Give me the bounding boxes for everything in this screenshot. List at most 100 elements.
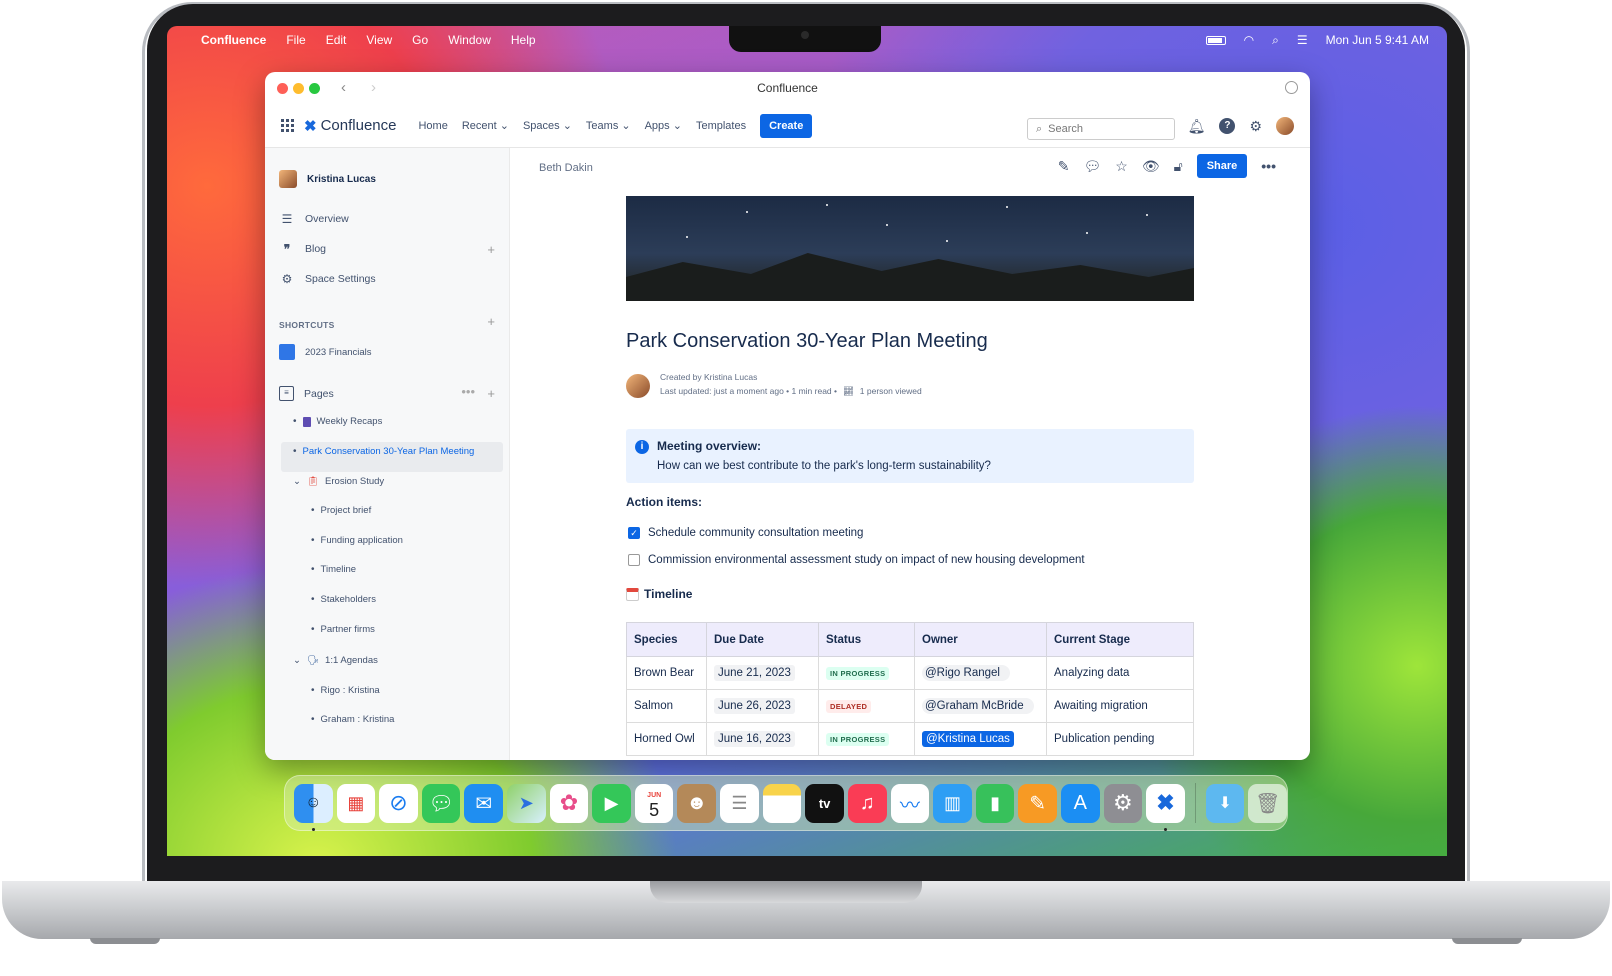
- author-avatar[interactable]: [626, 374, 650, 398]
- menu-file[interactable]: File: [286, 33, 305, 47]
- maps-icon[interactable]: ➤: [507, 783, 546, 823]
- chevron-down-icon[interactable]: ⌄: [293, 655, 301, 666]
- date-chip[interactable]: June 26, 2023: [714, 698, 795, 714]
- edit-pencil-icon[interactable]: ✎: [1058, 158, 1070, 175]
- apple-tv-icon[interactable]: tv: [805, 783, 844, 823]
- page-tree-item[interactable]: ⌄ 📋︎ Erosion Study: [293, 476, 384, 487]
- page-tree-item[interactable]: • Project brief: [311, 505, 371, 516]
- page-tree-item[interactable]: • Timeline: [311, 564, 356, 575]
- column-header: Current Stage: [1046, 622, 1194, 657]
- reminders-icon[interactable]: ☰: [720, 783, 759, 823]
- sidebar-item-overview[interactable]: ☰ Overview: [279, 212, 349, 226]
- user-mention-self[interactable]: @Kristina Lucas: [922, 731, 1014, 747]
- nav-spaces[interactable]: Spaces ⌄: [523, 119, 572, 132]
- search-input[interactable]: ⌕ Search: [1027, 118, 1175, 140]
- wifi-icon[interactable]: ◠: [1244, 33, 1254, 47]
- trash-icon[interactable]: 🗑︎: [1248, 783, 1287, 823]
- control-center-icon[interactable]: ☰: [1297, 33, 1308, 47]
- battery-icon[interactable]: [1205, 35, 1226, 45]
- page-tree-item[interactable]: • Weekly Recaps: [293, 416, 382, 427]
- star-icon[interactable]: ☆: [1115, 158, 1128, 175]
- page-tree-item[interactable]: • Stakeholders: [311, 594, 376, 605]
- messages-icon[interactable]: 💬︎: [421, 783, 461, 823]
- close-window-button[interactable]: [277, 83, 288, 94]
- calendar-app-icon[interactable]: JUN 5: [634, 783, 674, 823]
- downloads-folder-icon[interactable]: ⬇: [1205, 783, 1245, 823]
- system-settings-icon[interactable]: ⚙: [1103, 783, 1143, 823]
- menu-view[interactable]: View: [366, 33, 392, 47]
- back-arrow-icon[interactable]: ‹: [341, 79, 346, 96]
- mail-icon[interactable]: ✉: [464, 783, 504, 823]
- page-tree-item[interactable]: ⌄ 🗣︎ 1:1 Agendas: [293, 655, 378, 666]
- freeform-icon[interactable]: 〰: [890, 783, 930, 823]
- contacts-icon[interactable]: ☻: [677, 783, 717, 823]
- numbers-icon[interactable]: ▮: [975, 783, 1015, 823]
- keynote-icon[interactable]: ▥: [933, 783, 972, 823]
- safari-icon[interactable]: ⊘: [379, 783, 418, 823]
- facetime-icon[interactable]: ▶: [592, 783, 631, 823]
- spotlight-search-icon[interactable]: ⌕: [1272, 33, 1279, 48]
- comment-icon[interactable]: 💬︎: [1084, 158, 1102, 175]
- chevron-down-icon[interactable]: ⌄: [293, 476, 301, 487]
- user-mention[interactable]: @Rigo Rangel: [922, 665, 1010, 681]
- nav-recent[interactable]: Recent ⌄: [462, 119, 509, 132]
- compass-icon[interactable]: [1285, 81, 1298, 94]
- shortcut-2023-financials[interactable]: 2023 Financials: [279, 344, 372, 360]
- watch-eye-icon[interactable]: 👁︎: [1142, 158, 1160, 175]
- menu-app-name[interactable]: Confluence: [201, 33, 266, 47]
- task-checkbox-unchecked[interactable]: [628, 554, 640, 566]
- pages-more-icon[interactable]: •••: [461, 384, 475, 399]
- finder-icon[interactable]: ☺: [294, 783, 333, 831]
- page-tree-item[interactable]: • Rigo : Kristina: [311, 685, 380, 696]
- restrictions-lock-icon[interactable]: 🔓︎: [1174, 158, 1183, 175]
- due-date-cell: June 21, 2023: [706, 656, 819, 690]
- page-tree-item[interactable]: • Funding application: [311, 535, 403, 546]
- pages-app-icon[interactable]: ✎: [1018, 783, 1057, 823]
- page-tree-item[interactable]: • Graham : Kristina: [311, 714, 394, 725]
- laptop-foot: [90, 938, 160, 944]
- forward-arrow-icon[interactable]: ›: [371, 79, 376, 96]
- menu-help[interactable]: Help: [511, 33, 536, 47]
- menu-go[interactable]: Go: [412, 33, 428, 47]
- breadcrumb[interactable]: Beth Dakin: [539, 162, 593, 174]
- menu-edit[interactable]: Edit: [326, 33, 347, 47]
- launchpad-icon[interactable]: ▦: [336, 783, 376, 823]
- confluence-dock-icon[interactable]: ✖: [1146, 783, 1185, 831]
- menu-clock[interactable]: Mon Jun 5 9:41 AM: [1326, 33, 1429, 47]
- help-icon[interactable]: ?: [1219, 118, 1236, 134]
- nav-home[interactable]: Home: [418, 120, 447, 132]
- create-button[interactable]: Create: [760, 113, 813, 138]
- sidebar-item-blog[interactable]: ❞ Blog: [279, 242, 326, 256]
- menu-window[interactable]: Window: [448, 33, 491, 47]
- nav-teams[interactable]: Teams ⌄: [586, 119, 631, 132]
- app-store-icon[interactable]: A: [1060, 783, 1100, 823]
- zoom-window-button[interactable]: [309, 83, 320, 94]
- notifications-icon[interactable]: 🔔︎: [1188, 118, 1206, 135]
- more-actions-icon[interactable]: •••: [1261, 158, 1276, 174]
- add-shortcut-plus-icon[interactable]: +: [487, 314, 495, 329]
- user-mention[interactable]: @Graham McBride: [922, 698, 1034, 714]
- page-tree-item-current[interactable]: • Park Conservation 30-Year Plan Meeting: [293, 446, 474, 457]
- page-tree-item[interactable]: • Partner firms: [311, 624, 375, 635]
- sidebar-item-pages[interactable]: ≡ Pages: [279, 386, 334, 401]
- page-tree-label: Weekly Recaps: [316, 416, 383, 427]
- space-header[interactable]: Kristina Lucas: [279, 170, 376, 188]
- app-switcher-icon[interactable]: [281, 119, 294, 132]
- date-chip[interactable]: June 21, 2023: [714, 665, 795, 681]
- nav-apps[interactable]: Apps ⌄: [645, 119, 682, 132]
- music-icon[interactable]: ♫: [847, 783, 887, 823]
- add-page-plus-icon[interactable]: +: [487, 386, 495, 401]
- minimize-window-button[interactable]: [293, 83, 304, 94]
- notes-icon[interactable]: [762, 783, 802, 823]
- photos-icon[interactable]: ✿: [549, 783, 589, 823]
- confluence-logo[interactable]: ✖ Confluence: [304, 117, 396, 135]
- share-button[interactable]: Share: [1196, 154, 1248, 178]
- task-checkbox-checked[interactable]: ✓: [628, 527, 640, 539]
- date-chip[interactable]: June 16, 2023: [714, 731, 795, 747]
- view-count[interactable]: 1 person viewed: [860, 384, 922, 398]
- add-blog-plus-icon[interactable]: +: [487, 242, 495, 257]
- settings-gear-icon[interactable]: ⚙: [1249, 118, 1262, 135]
- sidebar-item-space-settings[interactable]: ⚙ Space Settings: [279, 272, 376, 286]
- profile-avatar[interactable]: [1276, 117, 1294, 135]
- nav-templates[interactable]: Templates: [696, 120, 746, 132]
